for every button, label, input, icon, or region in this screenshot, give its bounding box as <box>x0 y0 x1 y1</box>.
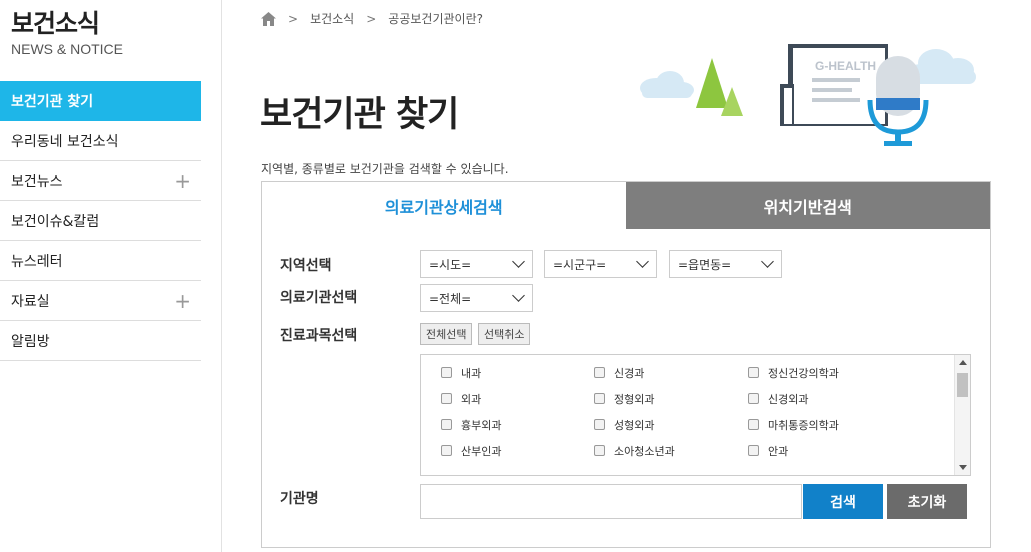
department-option-label: 성형외과 <box>614 418 655 432</box>
tab-location-search[interactable]: 위치기반검색 <box>625 182 990 229</box>
department-list-scrollbar[interactable] <box>954 355 970 475</box>
eupmyeondong-select-value: =읍면동= <box>678 257 732 272</box>
sidebar-item-label: 우리동네 보건소식 <box>11 133 119 150</box>
eupmyeondong-select[interactable]: =읍면동= <box>669 250 782 278</box>
sidebar-item-archive[interactable]: 자료실 + <box>0 281 201 321</box>
sidebar-item-newsletter[interactable]: 뉴스레터 <box>0 241 201 281</box>
chevron-right-icon: > <box>288 11 299 26</box>
home-icon[interactable] <box>261 11 276 26</box>
department-checkbox[interactable] <box>748 419 759 430</box>
department-option[interactable]: 정형외과 <box>594 390 748 407</box>
sidebar-item-label: 뉴스레터 <box>11 253 63 270</box>
region-label: 지역선택 <box>280 258 332 274</box>
chevron-down-icon <box>636 255 649 268</box>
chevron-right-icon: > <box>366 11 377 26</box>
department-option[interactable]: 성형외과 <box>594 416 748 433</box>
page-description: 지역별, 종류별로 보건기관을 검색할 수 있습니다. <box>261 162 509 176</box>
sigungu-select[interactable]: =시군구= <box>544 250 657 278</box>
breadcrumb: > 보건소식 > 공공보건기관이란? <box>261 10 483 27</box>
department-option-label: 산부인과 <box>461 444 502 458</box>
sidebar-subtitle: NEWS & NOTICE <box>11 41 124 57</box>
department-checkbox[interactable] <box>748 393 759 404</box>
department-option-label: 흉부외과 <box>461 418 502 432</box>
department-label: 진료과목선택 <box>280 328 358 344</box>
sidebar-item-notice-board[interactable]: 알림방 <box>0 321 201 361</box>
deselect-all-button[interactable]: 선택취소 <box>478 323 531 345</box>
reset-button[interactable]: 초기화 <box>887 484 967 519</box>
department-option[interactable]: 소아청소년과 <box>594 442 748 459</box>
tab-detailed-search[interactable]: 의료기관상세검색 <box>262 182 626 229</box>
chevron-down-icon <box>512 289 525 302</box>
institution-type-value: =전체= <box>429 291 472 306</box>
department-grid: 내과 신경과 정신건강의학과외과 정형외과 신경외과흉부외과 성형외과 마취통증의학과산부인… <box>441 364 951 459</box>
department-checkbox[interactable] <box>441 445 452 456</box>
department-option[interactable]: 안과 <box>748 442 951 459</box>
department-option-label: 신경외과 <box>768 392 809 406</box>
sidebar-item-label: 자료실 <box>11 293 50 310</box>
department-option[interactable]: 흉부외과 <box>441 416 594 433</box>
sidebar-item-label: 보건기관 찾기 <box>11 94 94 110</box>
search-tabs: 의료기관상세검색 위치기반검색 <box>262 182 990 229</box>
institution-type-label: 의료기관선택 <box>280 290 358 306</box>
institution-search-panel: 의료기관상세검색 위치기반검색 지역선택 =시도= =시군구= =읍면동= 의료… <box>261 181 991 548</box>
sidebar-menu: 보건기관 찾기 우리동네 보건소식 보건뉴스 + 보건이슈&칼럼 뉴스레터 자료… <box>0 81 201 361</box>
institution-name-label: 기관명 <box>280 491 319 507</box>
department-checkbox[interactable] <box>594 419 605 430</box>
scroll-up-icon[interactable] <box>959 360 967 365</box>
sigungu-select-value: =시군구= <box>553 257 607 272</box>
sidebar-item-label: 보건이슈&칼럼 <box>11 213 100 230</box>
sidebar-item-issue-column[interactable]: 보건이슈&칼럼 <box>0 201 201 241</box>
scrollbar-thumb[interactable] <box>957 373 968 397</box>
select-all-button[interactable]: 전체선택 <box>420 323 473 345</box>
department-option[interactable]: 신경과 <box>594 364 748 381</box>
department-option-label: 신경과 <box>614 366 645 380</box>
department-option-label: 소아청소년과 <box>614 444 675 458</box>
department-checkbox[interactable] <box>441 367 452 378</box>
department-checkbox[interactable] <box>594 445 605 456</box>
sido-select[interactable]: =시도= <box>420 250 533 278</box>
svg-text:G-HEALTH: G-HEALTH <box>815 59 876 73</box>
news-microphone-illustration: G-HEALTH <box>640 44 976 146</box>
scroll-down-icon[interactable] <box>959 465 967 470</box>
department-option-label: 내과 <box>461 366 482 380</box>
chevron-down-icon <box>761 255 774 268</box>
chevron-down-icon <box>512 255 525 268</box>
breadcrumb-item[interactable]: 보건소식 <box>310 10 354 27</box>
search-button[interactable]: 검색 <box>803 484 883 519</box>
sidebar-item-health-news[interactable]: 보건뉴스 + <box>0 161 201 201</box>
department-checkbox[interactable] <box>594 367 605 378</box>
department-option[interactable]: 신경외과 <box>748 390 951 407</box>
plus-icon[interactable]: + <box>174 291 191 311</box>
sidebar: 보건소식 NEWS & NOTICE 보건기관 찾기 우리동네 보건소식 보건뉴… <box>0 0 222 552</box>
sidebar-item-local-news[interactable]: 우리동네 보건소식 <box>0 121 201 161</box>
institution-name-input[interactable] <box>420 484 802 519</box>
department-option[interactable]: 마취통증의학과 <box>748 416 951 433</box>
department-option-label: 안과 <box>768 444 789 458</box>
sido-select-value: =시도= <box>429 257 472 272</box>
department-option[interactable]: 외과 <box>441 390 594 407</box>
department-option-label: 마취통증의학과 <box>768 418 839 432</box>
institution-type-select[interactable]: =전체= <box>420 284 533 312</box>
sidebar-title: 보건소식 <box>11 9 100 38</box>
page-title: 보건기관 찾기 <box>260 95 459 135</box>
plus-icon[interactable]: + <box>174 171 191 191</box>
department-option[interactable]: 정신건강의학과 <box>748 364 951 381</box>
department-checkbox[interactable] <box>441 393 452 404</box>
department-checkbox[interactable] <box>441 419 452 430</box>
department-list[interactable]: 내과 신경과 정신건강의학과외과 정형외과 신경외과흉부외과 성형외과 마취통증의학과산부인… <box>420 354 971 476</box>
sidebar-item-label: 알림방 <box>11 333 50 350</box>
breadcrumb-item[interactable]: 공공보건기관이란? <box>388 10 483 27</box>
department-option[interactable]: 산부인과 <box>441 442 594 459</box>
sidebar-item-find-health-institution[interactable]: 보건기관 찾기 <box>0 81 201 121</box>
department-option-label: 외과 <box>461 392 482 406</box>
department-option-label: 정형외과 <box>614 392 655 406</box>
department-option-label: 정신건강의학과 <box>768 366 839 380</box>
department-option[interactable]: 내과 <box>441 364 594 381</box>
department-checkbox[interactable] <box>748 445 759 456</box>
department-checkbox[interactable] <box>748 367 759 378</box>
department-checkbox[interactable] <box>594 393 605 404</box>
sidebar-item-label: 보건뉴스 <box>11 173 63 190</box>
